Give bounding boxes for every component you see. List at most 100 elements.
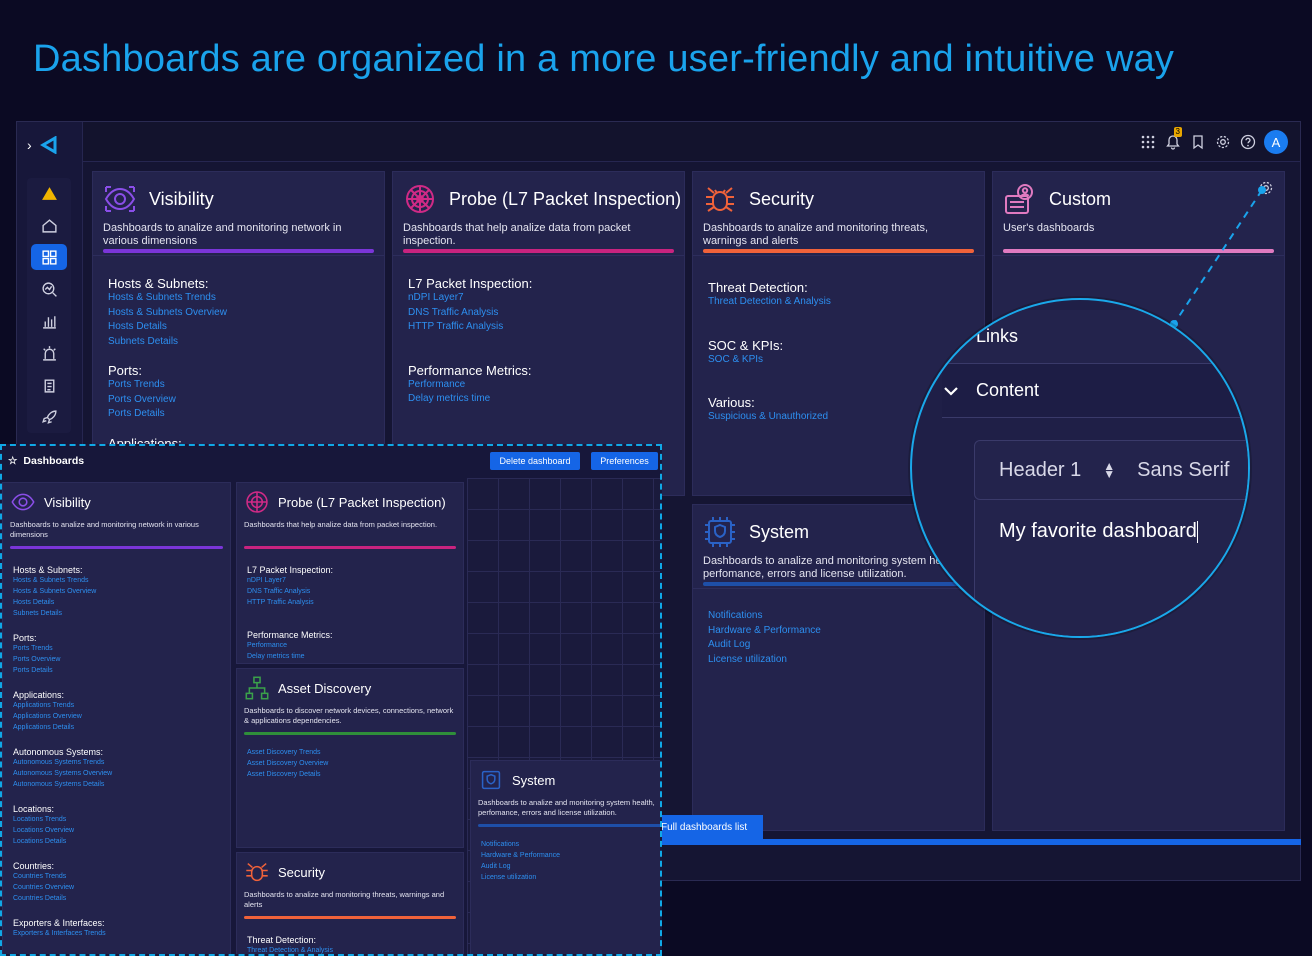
card-title: Custom — [1049, 188, 1112, 209]
dashboard-link[interactable]: Ports Details — [13, 665, 220, 676]
panel-title-text: Dashboards — [23, 455, 85, 467]
dashboard-link[interactable]: Asset Discovery Details — [247, 769, 453, 780]
dashboard-link[interactable]: Countries Details — [13, 893, 220, 904]
dashboard-link[interactable]: License utilization — [708, 653, 969, 668]
dashboard-link[interactable]: Threat Detection & Analysis — [708, 295, 969, 310]
security-mini-card[interactable]: Security Dashboards to analize and monit… — [236, 852, 464, 954]
dashboard-link[interactable]: Locations Trends — [13, 814, 220, 825]
section-title: Ports: — [108, 363, 142, 378]
dashboard-link[interactable]: Threat Detection & Analysis — [247, 945, 453, 954]
dashboard-link[interactable]: Autonomous Systems Overview — [13, 768, 220, 779]
card-title: Probe (L7 Packet Inspection) — [278, 494, 446, 510]
home-icon[interactable] — [31, 212, 67, 238]
dashboard-link[interactable]: DNS Traffic Analysis — [247, 586, 453, 597]
dashboard-link[interactable]: Hardware & Performance — [708, 624, 969, 639]
bookmark-icon[interactable] — [1189, 133, 1207, 151]
dashboard-link[interactable]: Performance — [408, 378, 669, 393]
section-title: Performance Metrics: — [247, 630, 333, 640]
search-analytics-icon[interactable] — [31, 276, 67, 302]
dashboard-link[interactable]: Hosts & Subnets Overview — [108, 306, 369, 321]
dashboard-link[interactable]: Hosts & Subnets Overview — [13, 586, 220, 597]
dashboard-link[interactable]: Hosts & Subnets Trends — [108, 291, 369, 306]
rocket-icon[interactable] — [31, 404, 67, 430]
category-bar — [244, 546, 456, 549]
links-label: Links — [976, 326, 1019, 346]
dashboard-link[interactable]: nDPI Layer7 — [408, 291, 669, 306]
dashboard-link[interactable]: Audit Log — [481, 861, 659, 872]
delete-dashboard-button[interactable]: Delete dashboard — [490, 452, 580, 470]
apps-grid-icon[interactable] — [1139, 133, 1157, 151]
star-icon[interactable]: ☆ — [8, 455, 17, 467]
expand-chevron-icon[interactable]: › — [27, 137, 32, 153]
dashboard-link[interactable]: Ports Trends — [13, 643, 220, 654]
preferences-button[interactable]: Preferences — [591, 452, 658, 470]
logo-icon — [39, 136, 57, 154]
alarm-icon[interactable] — [31, 340, 67, 366]
dashboard-link[interactable]: Subnets Details — [108, 335, 369, 350]
dashboard-link[interactable]: Exporters & Interfaces Trends — [13, 928, 220, 939]
dashboard-link[interactable]: nDPI Layer7 — [247, 575, 453, 586]
dashboard-link[interactable]: Ports Overview — [108, 393, 369, 408]
font-select[interactable]: Sans Serif — [1137, 459, 1229, 482]
dashboard-link[interactable]: Autonomous Systems Trends — [13, 757, 220, 768]
dashboard-link[interactable]: Hosts Details — [13, 597, 220, 608]
header-select[interactable]: Header 1 — [999, 459, 1081, 482]
dashboard-link[interactable]: Subnets Details — [13, 608, 220, 619]
dashboard-link[interactable]: Asset Discovery Overview — [247, 758, 453, 769]
dashboard-link[interactable]: Performance — [247, 640, 453, 651]
dashboard-link[interactable]: Ports Overview — [13, 654, 220, 665]
dashboard-link[interactable]: DNS Traffic Analysis — [408, 306, 669, 321]
dashboard-link[interactable]: Ports Trends — [108, 378, 369, 393]
card-title: System — [512, 772, 556, 788]
dashboard-link[interactable]: SOC & KPIs — [708, 353, 969, 368]
section-title: Threat Detection: — [708, 280, 808, 295]
dashboard-link[interactable]: Delay metrics time — [247, 651, 453, 662]
dashboard-link[interactable]: Countries Trends — [13, 871, 220, 882]
dashboard-link[interactable]: Countries Overview — [13, 882, 220, 893]
alert-triangle-icon[interactable] — [31, 180, 67, 206]
card-description: Dashboards to analize and monitoring net… — [10, 520, 199, 539]
dashboard-link[interactable]: Hardware & Performance — [481, 850, 659, 861]
dashboard-link[interactable]: License utilization — [481, 872, 659, 883]
section-title: SOC & KPIs: — [708, 337, 784, 353]
content-text-area[interactable]: My favorite dashboard — [974, 500, 1248, 636]
dashboard-link[interactable]: Hosts & Subnets Trends — [13, 575, 220, 586]
dashboard-link[interactable]: Ports Details — [108, 407, 369, 422]
content-section[interactable]: Content — [942, 364, 1248, 418]
dashboard-link[interactable]: Locations Overview — [13, 825, 220, 836]
brand: › — [27, 132, 77, 158]
category-bar — [478, 824, 660, 827]
dashboard-link[interactable]: Notifications — [481, 839, 659, 850]
probe-mini-card[interactable]: Probe (L7 Packet Inspection) Dashboards … — [236, 482, 464, 664]
dashboard-link[interactable]: Applications Details — [13, 722, 220, 733]
help-icon[interactable] — [1239, 133, 1257, 151]
section-title: Applications: — [13, 690, 65, 700]
clipboard-icon[interactable] — [31, 372, 67, 398]
bug-icon — [706, 187, 734, 212]
dashboard-link[interactable]: Applications Overview — [13, 711, 220, 722]
select-arrows-icon[interactable]: ▲ ▼ — [1103, 460, 1115, 480]
dashboard-link[interactable]: HTTP Traffic Analysis — [247, 597, 453, 608]
links-section[interactable]: Links — [942, 310, 1248, 364]
dashboard-link[interactable]: Locations Details — [13, 836, 220, 847]
category-bar — [103, 249, 374, 253]
dashboard-link[interactable]: Asset Discovery Trends — [247, 747, 453, 758]
zoom-callout: Links Content Header 1 ▲ ▼ Sans Serif My … — [910, 298, 1250, 638]
gear-icon[interactable] — [1214, 133, 1232, 151]
dashboard-link[interactable]: Audit Log — [708, 638, 969, 653]
dashboard-link[interactable]: Delay metrics time — [408, 392, 669, 407]
system-mini-card[interactable]: System Dashboards to analize and monitor… — [470, 760, 660, 954]
asset-discovery-mini-card[interactable]: Asset Discovery Dashboards to discover n… — [236, 668, 464, 848]
dashboards-nav-icon[interactable] — [31, 244, 67, 270]
dashboard-link[interactable]: Hosts Details — [108, 320, 369, 335]
bar-chart-icon[interactable] — [31, 308, 67, 334]
visibility-mini-card[interactable]: Visibility Dashboards to analize and mon… — [2, 482, 231, 954]
full-dashboards-list-button[interactable]: Full dashboards list — [655, 815, 763, 839]
card-title: Security — [749, 188, 815, 209]
dashboard-link[interactable]: Notifications — [708, 609, 969, 624]
dashboard-link[interactable]: Autonomous Systems Details — [13, 779, 220, 790]
dashboard-link[interactable]: HTTP Traffic Analysis — [408, 320, 669, 335]
dashboard-link[interactable]: Applications Trends — [13, 700, 220, 711]
avatar[interactable]: A — [1264, 130, 1288, 154]
bell-icon[interactable]: 3 — [1164, 127, 1182, 151]
